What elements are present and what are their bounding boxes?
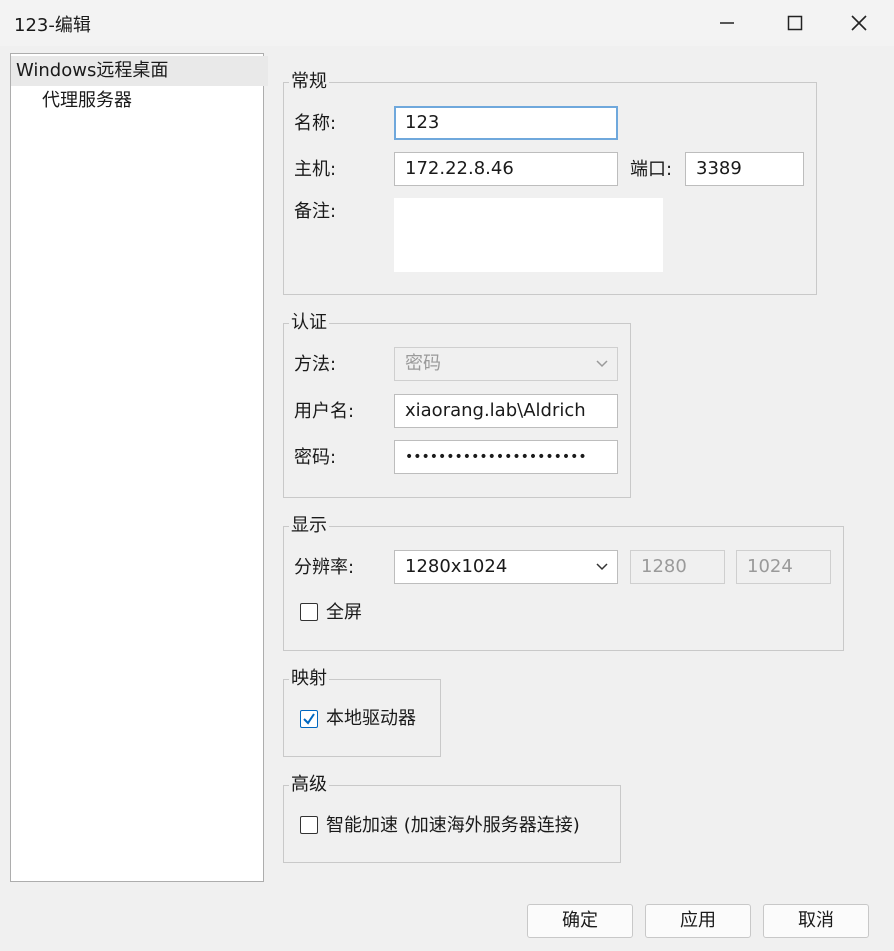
method-label: 方法:	[294, 354, 337, 375]
general-legend: 常规	[289, 71, 329, 93]
port-label: 端口:	[630, 159, 673, 180]
advanced-legend: 高级	[289, 774, 329, 796]
host-input[interactable]: 172.22.8.46	[394, 152, 618, 186]
username-label: 用户名:	[294, 401, 355, 422]
name-input[interactable]: 123	[394, 106, 618, 140]
username-input[interactable]: xiaorang.lab\Aldrich	[394, 394, 618, 428]
resolution-width-input: 1280	[630, 550, 725, 584]
checkmark-icon	[303, 713, 315, 725]
close-icon	[851, 15, 867, 31]
title-bar: 123-编辑	[0, 0, 894, 46]
mapping-legend: 映射	[289, 668, 329, 690]
smart-accel-checkbox[interactable]	[300, 816, 318, 834]
fullscreen-label: 全屏	[326, 602, 362, 623]
resolution-select[interactable]: 1280x1024	[394, 550, 618, 584]
resolution-select-value: 1280x1024	[405, 556, 508, 577]
auth-legend: 认证	[289, 312, 329, 334]
port-input[interactable]: 3389	[685, 152, 804, 186]
host-label: 主机:	[294, 159, 337, 180]
close-button[interactable]	[827, 0, 891, 46]
display-legend: 显示	[289, 515, 329, 537]
cancel-button[interactable]: 取消	[763, 904, 869, 938]
ok-button[interactable]: 确定	[527, 904, 633, 938]
tree-item-proxy-server[interactable]: 代理服务器	[11, 86, 132, 116]
tree-item-windows-rdp[interactable]: Windows远程桌面	[11, 56, 268, 86]
method-select: 密码	[394, 347, 618, 381]
local-drive-checkbox[interactable]	[300, 710, 318, 728]
apply-button[interactable]: 应用	[645, 904, 751, 938]
notes-textarea[interactable]	[394, 198, 663, 272]
notes-label: 备注:	[294, 201, 337, 222]
chevron-down-icon	[596, 360, 608, 368]
maximize-button[interactable]	[763, 0, 827, 46]
password-input[interactable]: ••••••••••••••••••••••	[394, 440, 618, 474]
name-label: 名称:	[294, 113, 337, 134]
minimize-icon	[720, 22, 734, 24]
method-select-value: 密码	[405, 353, 441, 374]
fullscreen-checkbox[interactable]	[300, 603, 318, 621]
minimize-button[interactable]	[695, 0, 759, 46]
smart-accel-label: 智能加速 (加速海外服务器连接)	[326, 815, 580, 836]
display-group	[283, 526, 844, 651]
local-drive-label: 本地驱动器	[326, 708, 416, 729]
chevron-down-icon	[596, 563, 608, 571]
password-label: 密码:	[294, 447, 337, 468]
resolution-height-input: 1024	[736, 550, 831, 584]
category-tree: Windows远程桌面 代理服务器	[10, 53, 268, 882]
resolution-label: 分辨率:	[294, 557, 355, 578]
maximize-icon	[787, 15, 803, 31]
window-title: 123-编辑	[14, 15, 91, 36]
